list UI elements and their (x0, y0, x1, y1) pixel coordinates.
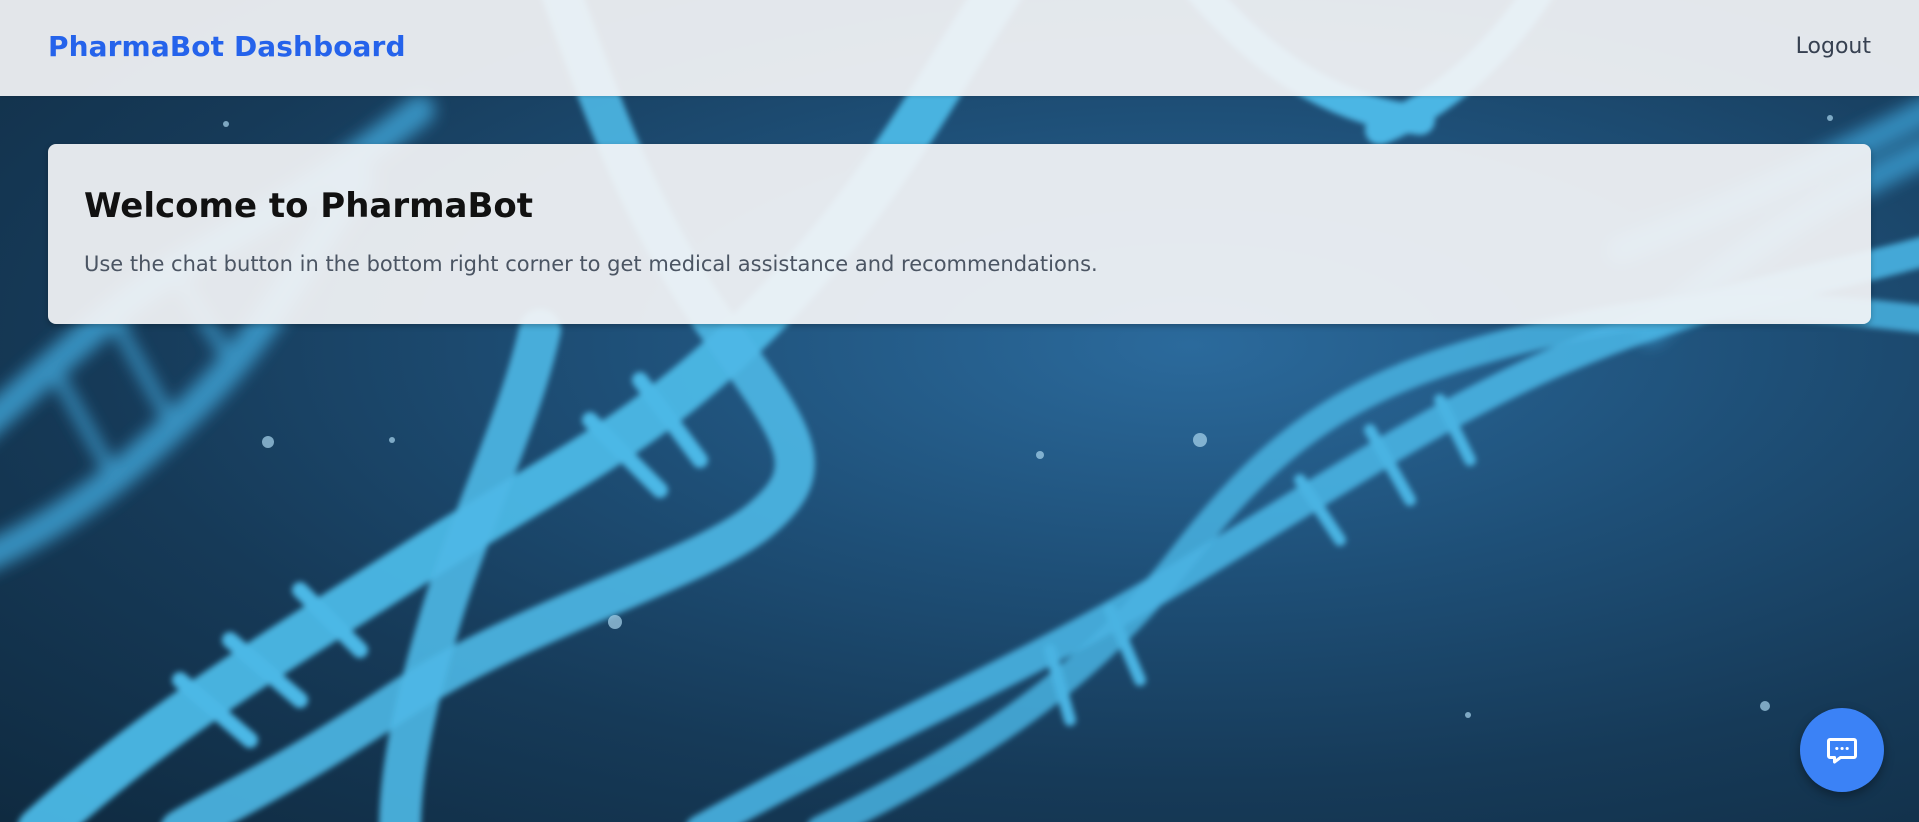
chat-bubble-icon (1827, 738, 1857, 764)
logout-link[interactable]: Logout (1796, 34, 1871, 59)
top-navbar: PharmaBot Dashboard Logout (0, 0, 1919, 96)
brand-title[interactable]: PharmaBot Dashboard (48, 30, 406, 63)
welcome-text: Use the chat button in the bottom right … (84, 252, 1098, 276)
welcome-title: Welcome to PharmaBot (84, 186, 534, 226)
welcome-card: Welcome to PharmaBot Use the chat button… (48, 144, 1871, 324)
dna-background-image (0, 0, 1919, 822)
dashboard-page: PharmaBot Dashboard Logout Welcome to Ph… (0, 0, 1919, 822)
chat-button[interactable] (1800, 708, 1884, 792)
